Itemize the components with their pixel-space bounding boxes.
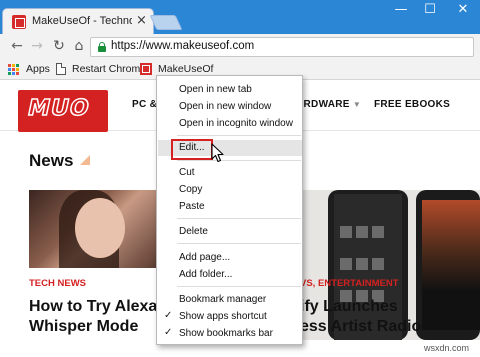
menu-item-delete[interactable]: Delete [158, 224, 302, 240]
site-logo[interactable]: MUO [18, 90, 108, 132]
headline-line: How to Try Alexa's [29, 298, 157, 315]
menu-item-show-apps-shortcut[interactable]: ✓ Show apps shortcut [158, 309, 302, 325]
back-button[interactable]: ← [8, 37, 26, 55]
menu-separator [177, 218, 301, 219]
menu-item-add-folder[interactable]: Add folder... [158, 267, 302, 283]
bookmark-muo-label: MakeUseOf [158, 63, 214, 75]
section-accent-icon [80, 155, 90, 165]
minimize-button[interactable]: — [387, 0, 415, 20]
menu-item-label: Open in incognito window [179, 118, 293, 129]
menu-item-label: Add page... [179, 252, 231, 263]
menu-item-open-new-tab[interactable]: Open in new tab [158, 82, 302, 98]
menu-item-open-new-window[interactable]: Open in new window [158, 99, 302, 115]
menu-separator [177, 160, 301, 161]
reload-button[interactable]: ↻ [50, 37, 68, 55]
article-category-left[interactable]: TECH NEWS [29, 278, 86, 289]
section-title: News [29, 151, 74, 170]
mouse-pointer-icon [211, 143, 224, 163]
menu-item-add-page[interactable]: Add page... [158, 250, 302, 266]
watermark: wsxdn.com [424, 343, 470, 353]
menu-item-show-bookmarks-bar[interactable]: ✓ Show bookmarks bar [158, 326, 302, 342]
forward-button[interactable]: → [28, 37, 46, 55]
lock-icon[interactable] [97, 42, 107, 52]
browser-window: MakeUseOf - Technolog × — ☐ ✕ ← → ↻ ⌂ ht… [0, 0, 480, 357]
close-window-button[interactable]: ✕ [446, 0, 480, 20]
nav-link-free-ebooks[interactable]: FREE EBOOKS [374, 99, 450, 110]
tab-makeuseof[interactable]: MakeUseOf - Technolog × [2, 8, 154, 34]
logo-text: MUO [25, 95, 93, 122]
new-tab-button[interactable] [149, 15, 183, 30]
menu-item-label: Paste [179, 201, 205, 212]
address-bar[interactable]: https://www.makeuseof.com [90, 37, 474, 57]
dropdown-caret-icon: ▼ [352, 100, 362, 109]
article-headline-left[interactable]: How to Try Alexa's Whisper Mode [29, 297, 157, 337]
article-image-alexa[interactable] [29, 190, 157, 268]
checkmark-icon: ✓ [164, 327, 173, 338]
menu-separator [177, 243, 301, 244]
bookmark-context-menu: Open in new tab Open in new window Open … [156, 75, 303, 345]
makeuseof-favicon-icon [12, 15, 26, 29]
maximize-button[interactable]: ☐ [416, 0, 444, 20]
menu-item-copy[interactable]: Copy [158, 182, 302, 198]
url-text[interactable]: https://www.makeuseof.com [111, 40, 254, 52]
apps-grid-icon [8, 64, 20, 76]
menu-separator [177, 286, 301, 287]
makeuseof-favicon-icon [140, 63, 152, 75]
menu-item-bookmark-manager[interactable]: Bookmark manager [158, 292, 302, 308]
menu-item-open-incognito[interactable]: Open in incognito window [158, 116, 302, 132]
menu-item-label: Open in new window [179, 101, 272, 112]
menu-separator [177, 135, 301, 136]
browser-toolbar: ← → ↻ ⌂ https://www.makeuseof.com [0, 34, 480, 60]
headline-line: ess Artist Radio [300, 318, 422, 335]
menu-item-label: Copy [179, 184, 203, 195]
menu-item-label: Show apps shortcut [179, 311, 267, 322]
nav-link-hardware-label: ARDWARE [296, 99, 350, 110]
menu-item-label: Show bookmarks bar [179, 328, 273, 339]
article-headline-right[interactable]: ify Launches ess Artist Radio [300, 297, 480, 337]
nav-link-pc[interactable]: PC & [132, 99, 157, 110]
headline-line: ify Launches [300, 298, 398, 315]
checkmark-icon: ✓ [164, 310, 173, 321]
bookmark-restart-label: Restart Chrome [72, 63, 147, 75]
title-bar: MakeUseOf - Technolog × — ☐ ✕ [0, 0, 480, 34]
menu-item-label: Cut [179, 167, 195, 178]
nav-link-hardware[interactable]: ARDWARE ▼ [296, 99, 361, 110]
menu-item-label: Add folder... [179, 269, 233, 280]
tab-title: MakeUseOf - Technolog [32, 15, 132, 27]
headline-line: Whisper Mode [29, 318, 139, 335]
menu-item-label: Open in new tab [179, 84, 252, 95]
edit-highlight-box [171, 139, 213, 160]
page-icon [56, 63, 66, 75]
menu-item-label: Bookmark manager [179, 294, 267, 305]
tab-close-icon[interactable]: × [136, 13, 147, 29]
menu-item-paste[interactable]: Paste [158, 199, 302, 215]
bookmark-apps-label: Apps [26, 63, 50, 75]
home-button[interactable]: ⌂ [70, 37, 88, 55]
menu-item-label: Delete [179, 226, 208, 237]
article-category-right[interactable]: VS, ENTERTAINMENT [300, 278, 399, 289]
menu-item-cut[interactable]: Cut [158, 165, 302, 181]
